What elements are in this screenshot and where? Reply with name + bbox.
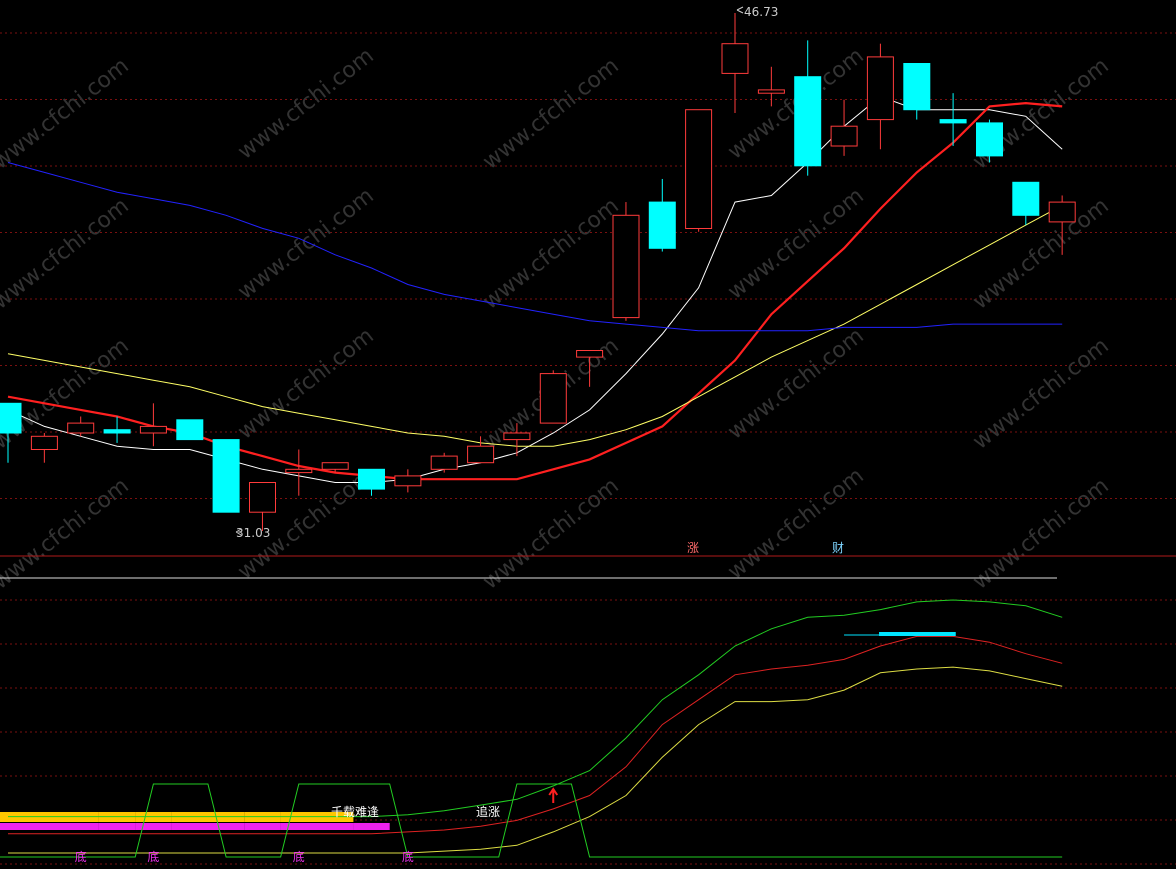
candle-body-up	[430, 455, 458, 470]
candle-body-up	[467, 445, 495, 464]
watermark-text: www.cfchi.com	[0, 53, 134, 174]
candle-body-up	[830, 125, 858, 147]
candle-body-down	[903, 63, 931, 111]
candle-body-up	[539, 373, 567, 424]
watermark-text: www.cfchi.com	[968, 193, 1113, 314]
candle	[976, 119, 1003, 163]
candle-body-down	[794, 76, 822, 167]
chase-label: 追涨	[476, 804, 500, 819]
candle-body-up	[503, 432, 531, 441]
signal-bar-magenta	[317, 823, 354, 830]
low-price-label: 31.03	[236, 526, 270, 540]
candle-body-up	[721, 43, 749, 74]
candle	[285, 449, 313, 496]
watermark-text: www.cfchi.com	[0, 193, 134, 314]
candle	[903, 63, 931, 120]
signal-bar-magenta	[26, 823, 63, 830]
candle	[103, 416, 131, 443]
candle-body-down	[358, 468, 385, 490]
watermark-text: www.cfchi.com	[233, 463, 378, 584]
signal-bar-magenta	[207, 823, 245, 830]
candle-body-up	[394, 475, 422, 487]
candle-body-up	[1048, 201, 1076, 223]
candle	[394, 469, 422, 493]
candle-body-down	[1012, 181, 1040, 216]
high-price-label: 46.73	[744, 5, 778, 19]
signal-bar-magenta	[135, 823, 172, 830]
marker-cai: 财	[832, 541, 844, 555]
candle-body-up	[757, 89, 785, 94]
candle-body-up	[30, 435, 58, 450]
watermark-text: www.cfchi.com	[478, 53, 623, 174]
candle-body-up	[139, 425, 167, 434]
candle	[939, 93, 967, 146]
candle-body-up	[576, 350, 604, 358]
candle	[1012, 181, 1040, 226]
marker-zhang: 涨	[687, 540, 699, 555]
watermarks: www.cfchi.com www.cfchi.com www.cfchi.com w…	[0, 43, 1114, 594]
signal-bar-magenta	[244, 823, 281, 830]
candle-body-down	[212, 439, 240, 513]
signal-bar-magenta	[98, 823, 136, 830]
signal-bar-magenta	[171, 823, 208, 830]
bottom-label: 底	[402, 849, 414, 864]
candle	[866, 43, 894, 150]
signal-bar-magenta	[62, 823, 99, 830]
watermark-text: www.cfchi.com	[968, 53, 1113, 174]
moving-average-line-4	[7, 162, 1063, 332]
candle-body-up	[866, 56, 894, 121]
candle	[539, 370, 567, 424]
stock-chart: www.cfchi.com www.cfchi.com www.cfchi.com w…	[0, 5, 1176, 865]
candle-body-up	[67, 422, 95, 434]
candle-body-up	[685, 109, 713, 229]
candle	[794, 40, 822, 176]
watermark-text: www.cfchi.com	[968, 473, 1113, 594]
candle-body-up	[249, 482, 276, 513]
watermark-text: www.cfchi.com	[233, 323, 378, 444]
candle-body-down	[176, 419, 204, 441]
watermark-text: www.cfchi.com	[723, 463, 868, 584]
indicator-line-2	[8, 635, 1063, 835]
candle	[648, 178, 676, 252]
high-arrow	[736, 6, 744, 14]
watermark-text: www.cfchi.com	[478, 193, 623, 314]
candle-body-down	[0, 402, 22, 434]
buy-arrow	[548, 787, 559, 803]
candle	[30, 433, 58, 463]
bottom-label: 底	[293, 849, 305, 864]
candle-body-down	[939, 119, 967, 124]
candle	[830, 99, 858, 156]
candle	[721, 13, 749, 113]
candle	[176, 419, 204, 441]
candle-body-up	[321, 462, 349, 470]
top-band-label: 千载难逢	[331, 805, 379, 819]
candle	[67, 416, 95, 437]
watermark-text: www.cfchi.com	[0, 473, 134, 594]
bottom-label: 底	[75, 849, 87, 864]
moving-average-lines	[7, 95, 1063, 483]
cyan-level-bar	[879, 632, 956, 636]
watermark-text: www.cfchi.com	[0, 333, 134, 454]
signal-bar-magenta	[280, 823, 317, 830]
watermark-text: www.cfchi.com	[723, 323, 868, 444]
moving-average-line-1	[7, 95, 1063, 483]
candle	[249, 482, 276, 531]
candle	[612, 202, 640, 321]
signal-bar-magenta	[353, 823, 390, 830]
watermark-text: www.cfchi.com	[233, 183, 378, 304]
watermark-text: www.cfchi.com	[478, 473, 623, 594]
candle	[430, 452, 458, 473]
bottom-label: 底	[147, 849, 159, 864]
watermark-text: www.cfchi.com	[968, 333, 1113, 454]
watermark-text: www.cfchi.com	[233, 43, 378, 164]
candle-body-down	[103, 429, 131, 434]
candle-body-up	[612, 214, 640, 319]
candle	[685, 109, 713, 232]
candle-body-down	[976, 122, 1003, 157]
candle-body-down	[648, 201, 676, 249]
candle	[212, 439, 240, 513]
candle-body-up	[285, 468, 313, 474]
